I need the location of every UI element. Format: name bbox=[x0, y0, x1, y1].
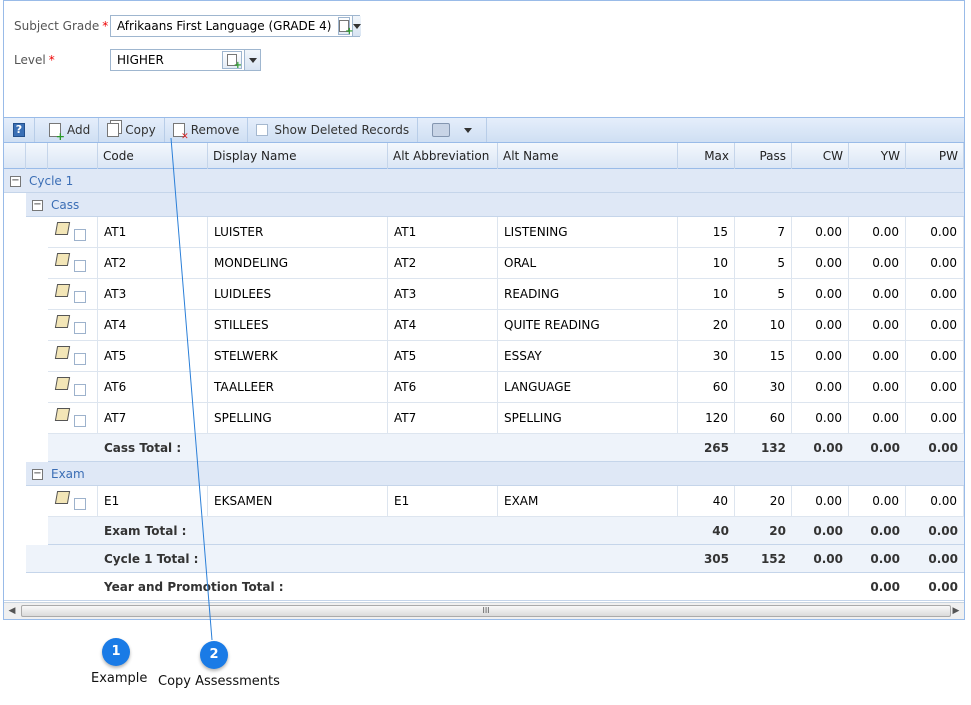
callout-badge-2: 2 bbox=[200, 641, 228, 669]
callout-line-copy bbox=[170, 137, 213, 641]
callout-badge-1: 1 bbox=[102, 638, 130, 666]
callout-label-2: Copy Assessments bbox=[158, 674, 280, 689]
callout-label-1: Example bbox=[91, 671, 148, 686]
callout-lines bbox=[170, 137, 213, 641]
